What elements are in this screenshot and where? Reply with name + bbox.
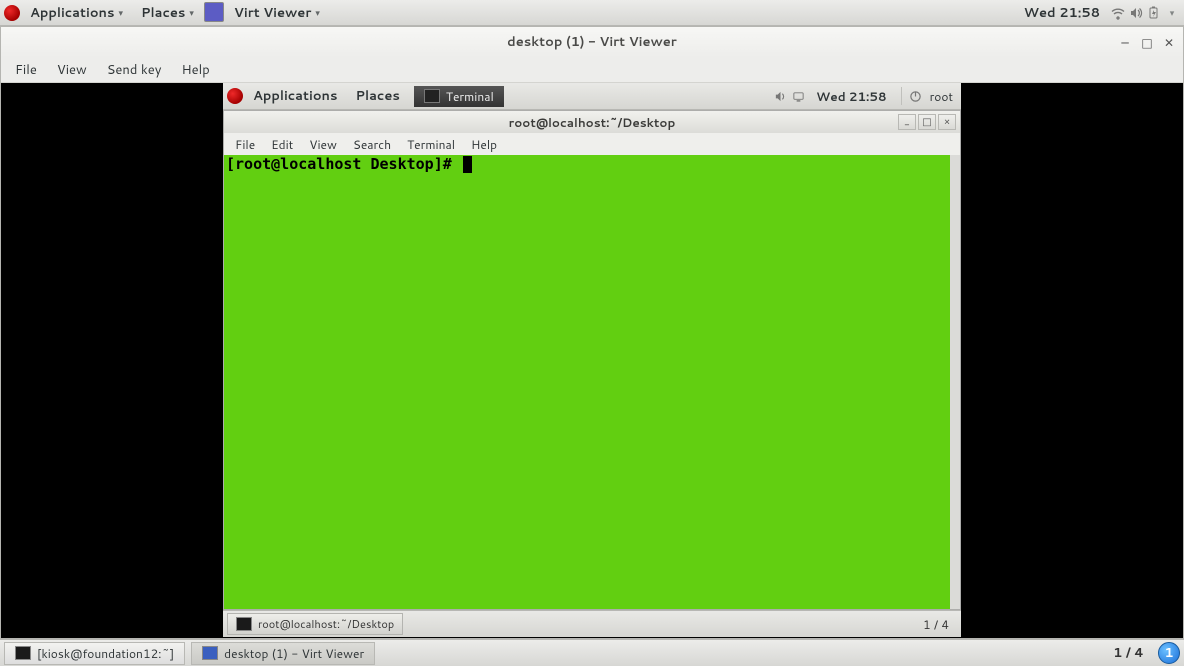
guest-desktop: Applications Places Terminal xyxy=(223,83,961,637)
host-clock[interactable]: Wed 21:58 xyxy=(1016,4,1108,22)
terminal-cursor xyxy=(463,156,472,173)
host-workspace-pager[interactable]: 1 / 4 xyxy=(1105,644,1152,662)
terminal-menubar: File Edit View Search Terminal Help xyxy=(224,133,960,155)
updates-count: 1 xyxy=(1164,644,1173,662)
host-applications-menu[interactable]: Applications ▾ xyxy=(22,2,131,24)
guest-top-panel: Applications Places Terminal xyxy=(223,83,961,110)
power-menu-icon[interactable]: ▾ xyxy=(1164,5,1180,21)
taskbar-item-label: root@localhost:~/Desktop xyxy=(258,616,394,632)
guest-workspace-pager[interactable]: 1 / 4 xyxy=(915,616,957,633)
active-app-icon xyxy=(204,2,224,22)
places-label: Places xyxy=(141,4,185,22)
updates-badge-icon[interactable]: 1 xyxy=(1158,642,1180,664)
menu-file[interactable]: File xyxy=(7,59,45,81)
terminal-title: root@localhost:~/Desktop xyxy=(224,114,960,131)
chevron-down-icon: ▾ xyxy=(118,6,123,19)
network-icon[interactable] xyxy=(790,88,806,104)
active-app-label: Virt Viewer xyxy=(234,4,311,22)
wifi-icon[interactable] xyxy=(1110,5,1126,21)
separator xyxy=(901,87,902,105)
host-taskbar-item-terminal[interactable]: [kiosk@foundation12:~] xyxy=(4,642,185,665)
terminal-icon xyxy=(236,617,252,631)
close-button[interactable]: × xyxy=(938,114,956,130)
guest-applications-menu[interactable]: Applications xyxy=(245,85,345,107)
maximize-button[interactable]: □ xyxy=(918,114,936,130)
places-label: Places xyxy=(355,87,399,105)
task-label: Terminal xyxy=(446,88,494,105)
terminal-icon xyxy=(424,89,440,103)
chevron-down-icon: ▾ xyxy=(315,6,320,19)
redhat-icon xyxy=(227,88,243,104)
guest-display[interactable]: Applications Places Terminal xyxy=(1,83,1183,638)
guest-clock[interactable]: Wed 21:58 xyxy=(808,88,894,105)
host-taskbar-item-virtviewer[interactable]: desktop (1) - Virt Viewer xyxy=(191,642,375,665)
guest-places-menu[interactable]: Places xyxy=(347,85,407,107)
terminal-body[interactable]: [root@localhost Desktop]# xyxy=(224,155,960,609)
terminal-titlebar[interactable]: root@localhost:~/Desktop _ □ × xyxy=(224,111,960,133)
monitor-icon xyxy=(202,646,218,660)
virt-viewer-title: desktop (1) - Virt Viewer xyxy=(1,33,1183,51)
guest-bottom-panel: root@localhost:~/Desktop 1 / 4 xyxy=(223,610,961,637)
scrollbar[interactable] xyxy=(950,155,960,609)
guest-taskbar-item[interactable]: root@localhost:~/Desktop xyxy=(227,613,403,635)
volume-icon[interactable] xyxy=(772,88,788,104)
virt-viewer-window: desktop (1) - Virt Viewer ─ □ ✕ File Vie… xyxy=(0,26,1184,639)
guest-active-task[interactable]: Terminal xyxy=(414,86,504,107)
host-top-panel: Applications ▾ Places ▾ Virt Viewer ▾ We… xyxy=(0,0,1184,26)
shutdown-icon[interactable] xyxy=(908,88,924,104)
maximize-button[interactable]: □ xyxy=(1139,34,1155,50)
menu-view[interactable]: View xyxy=(302,134,344,155)
virt-viewer-titlebar[interactable]: desktop (1) - Virt Viewer ─ □ ✕ xyxy=(1,27,1183,57)
guest-user-label[interactable]: root xyxy=(926,88,957,105)
redhat-icon xyxy=(4,5,20,21)
applications-label: Applications xyxy=(30,4,114,22)
battery-icon[interactable] xyxy=(1146,5,1162,21)
menu-sendkey[interactable]: Send key xyxy=(99,59,170,81)
menu-search[interactable]: Search xyxy=(346,134,398,155)
chevron-down-icon: ▾ xyxy=(189,6,194,19)
menu-help[interactable]: Help xyxy=(173,59,217,81)
taskbar-item-label: [kiosk@foundation12:~] xyxy=(37,645,174,662)
menu-view[interactable]: View xyxy=(49,59,95,81)
menu-help[interactable]: Help xyxy=(464,134,504,155)
applications-label: Applications xyxy=(253,87,337,105)
menu-terminal[interactable]: Terminal xyxy=(400,134,462,155)
terminal-window: root@localhost:~/Desktop _ □ × File Edit… xyxy=(223,110,961,610)
menu-file[interactable]: File xyxy=(228,134,262,155)
menu-edit[interactable]: Edit xyxy=(264,134,300,155)
minimize-button[interactable]: _ xyxy=(898,114,916,130)
close-button[interactable]: ✕ xyxy=(1161,34,1177,50)
volume-icon[interactable] xyxy=(1128,5,1144,21)
taskbar-item-label: desktop (1) - Virt Viewer xyxy=(224,645,364,662)
chevron-down-icon: ▾ xyxy=(1170,6,1175,19)
host-places-menu[interactable]: Places ▾ xyxy=(133,2,202,24)
minimize-button[interactable]: ─ xyxy=(1117,34,1133,50)
host-bottom-panel: [kiosk@foundation12:~] desktop (1) - Vir… xyxy=(0,639,1184,666)
terminal-prompt: [root@localhost Desktop]# xyxy=(226,155,461,173)
terminal-icon xyxy=(15,646,31,660)
virt-viewer-menubar: File View Send key Help xyxy=(1,57,1183,83)
host-active-app-menu[interactable]: Virt Viewer ▾ xyxy=(226,2,328,24)
